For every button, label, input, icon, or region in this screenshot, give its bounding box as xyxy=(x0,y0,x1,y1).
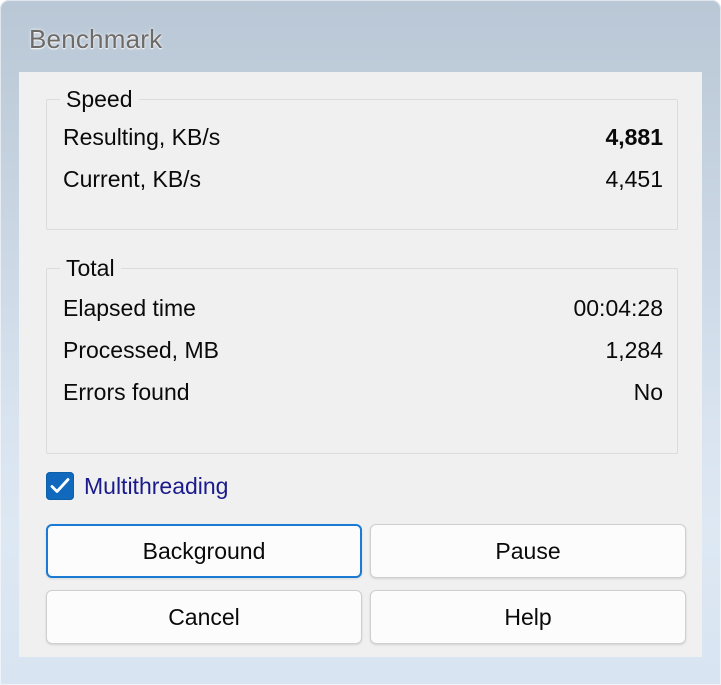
row-value: 4,451 xyxy=(605,166,663,192)
dialog-client-area: Speed Resulting, KB/s 4,881 Current, KB/… xyxy=(19,72,702,657)
multithreading-checkbox[interactable]: Multithreading xyxy=(46,470,228,502)
row-processed-mb: Processed, MB 1,284 xyxy=(63,337,663,375)
row-elapsed-time: Elapsed time 00:04:28 xyxy=(63,295,663,333)
row-label: Errors found xyxy=(63,379,190,405)
total-group-legend: Total xyxy=(60,255,121,282)
row-label: Current, KB/s xyxy=(63,166,202,192)
row-value: 00:04:28 xyxy=(573,295,663,321)
row-errors-found: Errors found No xyxy=(63,379,663,417)
pause-button[interactable]: Pause xyxy=(370,524,686,578)
row-label: Processed, MB xyxy=(63,337,219,363)
speed-group: Speed Resulting, KB/s 4,881 Current, KB/… xyxy=(46,86,678,230)
benchmark-dialog-window: Benchmark Speed Resulting, KB/s 4,881 Cu… xyxy=(0,0,721,685)
help-button[interactable]: Help xyxy=(370,590,686,644)
row-label: Elapsed time xyxy=(63,295,196,321)
row-resulting-speed: Resulting, KB/s 4,881 xyxy=(63,124,663,162)
cancel-button[interactable]: Cancel xyxy=(46,590,362,644)
row-label: Resulting, KB/s xyxy=(63,124,221,150)
row-value: 4,881 xyxy=(605,124,663,150)
row-value: No xyxy=(633,379,663,405)
check-icon xyxy=(50,478,70,493)
background-button[interactable]: Background xyxy=(46,524,362,578)
speed-group-legend: Speed xyxy=(60,86,139,113)
total-group: Total Elapsed time 00:04:28 Processed, M… xyxy=(46,255,678,454)
multithreading-label: Multithreading xyxy=(84,472,229,499)
checkbox-box[interactable] xyxy=(46,472,74,500)
title-bar[interactable]: Benchmark xyxy=(0,0,721,72)
window-title: Benchmark xyxy=(29,24,163,54)
row-value: 1,284 xyxy=(605,337,663,363)
row-current-speed: Current, KB/s 4,451 xyxy=(63,166,663,204)
